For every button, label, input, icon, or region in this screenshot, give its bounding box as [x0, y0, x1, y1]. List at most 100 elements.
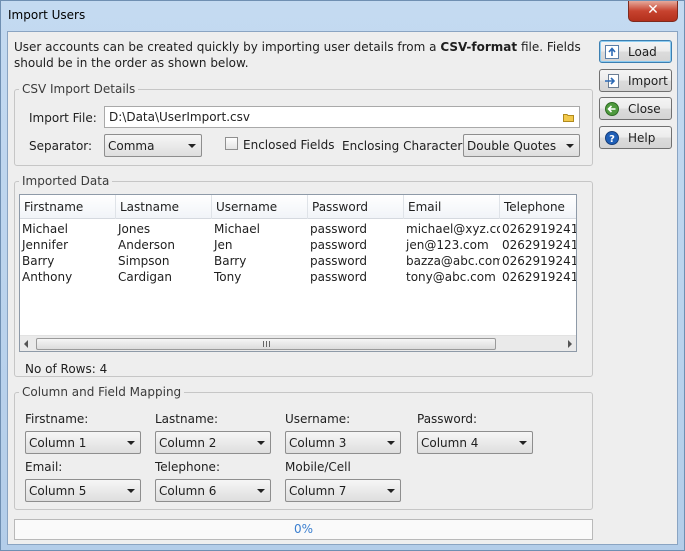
mapping-value: Column 4 [421, 436, 479, 450]
table-cell: Anthony [22, 270, 73, 284]
row-count: No of Rows: 4 [25, 362, 108, 376]
table-cell: tony@abc.com [406, 270, 496, 284]
mapping-label-mobile: Mobile/Cell [285, 460, 351, 474]
chevron-down-icon [566, 144, 574, 148]
column-header[interactable]: Telephone [500, 195, 576, 219]
chevron-down-icon [127, 441, 135, 445]
grip-icon [266, 341, 267, 347]
mapping-value: Column 6 [159, 484, 217, 498]
chevron-down-icon [519, 441, 527, 445]
import-file-input[interactable]: D:\Data\UserImport.csv [104, 106, 580, 128]
table-cell: 0262919241 [502, 254, 577, 268]
enclosing-character-select[interactable]: Double Quotes [463, 134, 580, 157]
enclosed-fields-checkbox[interactable] [225, 137, 238, 150]
close-button-label: Close [628, 102, 661, 116]
table-cell: 0262919241 [502, 222, 577, 236]
group-label: Imported Data [19, 174, 113, 188]
title-bar[interactable]: Import Users ✕ [1, 1, 684, 31]
table-cell: Barry [22, 254, 55, 268]
mapping-value: Column 3 [289, 436, 347, 450]
import-icon [605, 74, 619, 88]
scroll-right-icon[interactable] [568, 340, 572, 348]
imported-data-table[interactable]: Firstname Lastname Username Password Ema… [19, 194, 577, 352]
table-cell: password [310, 254, 367, 268]
column-header[interactable]: Password [308, 195, 404, 219]
table-cell: 0262919241 [502, 238, 577, 252]
column-header[interactable]: Email [404, 195, 500, 219]
enclosed-fields-label[interactable]: Enclosed Fields [243, 138, 334, 152]
table-cell: michael@xyz.co... [406, 222, 500, 236]
table-row[interactable]: Anthony Cardigan Tony password tony@abc.… [20, 269, 577, 285]
table-cell: password [310, 238, 367, 252]
import-file-value: D:\Data\UserImport.csv [109, 110, 250, 124]
table-cell: jen@123.com [406, 238, 489, 252]
mapping-value: Column 2 [159, 436, 217, 450]
intro-bold: CSV-format [440, 40, 518, 54]
field-mapping-group: Column and Field Mapping Firstname: Colu… [14, 385, 593, 510]
intro-text: User accounts can be created quickly by … [14, 39, 589, 71]
separator-label: Separator: [29, 139, 93, 153]
import-button-label: Import [628, 74, 668, 88]
import-users-window: Import Users ✕ User accounts can be crea… [0, 0, 685, 551]
column-header[interactable]: Lastname [116, 195, 212, 219]
intro-text-part: User accounts can be created quickly by … [14, 40, 441, 54]
group-label: Column and Field Mapping [19, 385, 185, 399]
window-title: Import Users [8, 8, 86, 22]
mapping-select-firstname[interactable]: Column 1 [25, 431, 141, 454]
column-header[interactable]: Firstname [20, 195, 116, 219]
horizontal-scrollbar[interactable] [20, 335, 576, 351]
table-cell: Michael [214, 222, 260, 236]
help-icon: ? [605, 131, 619, 145]
mapping-select-password[interactable]: Column 4 [417, 431, 533, 454]
mapping-label-firstname: Firstname: [25, 412, 89, 426]
separator-value: Comma [108, 139, 155, 153]
chevron-down-icon [127, 489, 135, 493]
grip-icon [263, 341, 264, 347]
folder-icon[interactable] [563, 113, 574, 122]
group-label: CSV Import Details [19, 82, 139, 96]
window-close-button[interactable]: ✕ [628, 1, 678, 22]
table-cell: Anderson [118, 238, 175, 252]
table-cell: Jen [214, 238, 233, 252]
table-cell: Simpson [118, 254, 170, 268]
chevron-down-icon [387, 441, 395, 445]
table-row[interactable]: Jennifer Anderson Jen password jen@123.c… [20, 237, 577, 253]
import-progress-bar: 0% [14, 519, 593, 540]
table-cell: Cardigan [118, 270, 172, 284]
mapping-label-lastname: Lastname: [155, 412, 219, 426]
column-header[interactable]: Username [212, 195, 308, 219]
table-cell: 0262919241 [502, 270, 577, 284]
table-cell: Barry [214, 254, 247, 268]
progress-text: 0% [293, 522, 314, 536]
mapping-value: Column 1 [29, 436, 87, 450]
mapping-label-email: Email: [25, 460, 63, 474]
table-row[interactable]: Barry Simpson Barry password bazza@abc.c… [20, 253, 577, 269]
svg-text:?: ? [609, 134, 615, 145]
table-header: Firstname Lastname Username Password Ema… [20, 195, 576, 219]
enclosing-character-label: Enclosing Character: [342, 139, 467, 153]
back-arrow-icon [605, 102, 619, 116]
table-row[interactable]: Michael Jones Michael password michael@x… [20, 221, 577, 237]
import-file-label: Import File: [29, 111, 97, 125]
mapping-label-username: Username: [285, 412, 351, 426]
mapping-select-username[interactable]: Column 3 [285, 431, 401, 454]
separator-select[interactable]: Comma [104, 134, 202, 157]
mapping-select-mobile[interactable]: Column 7 [285, 479, 401, 502]
mapping-select-telephone[interactable]: Column 6 [155, 479, 271, 502]
close-button[interactable]: Close [599, 97, 672, 120]
mapping-value: Column 5 [29, 484, 87, 498]
mapping-label-telephone: Telephone: [155, 460, 220, 474]
help-button[interactable]: ? Help [599, 126, 672, 149]
load-button[interactable]: Load [599, 40, 672, 63]
csv-import-group: CSV Import Details Import File: D:\Data\… [14, 82, 593, 166]
scroll-left-icon[interactable] [24, 340, 28, 348]
mapping-select-lastname[interactable]: Column 2 [155, 431, 271, 454]
import-button[interactable]: Import [599, 69, 672, 92]
table-cell: password [310, 222, 367, 236]
scrollbar-thumb[interactable] [36, 338, 496, 350]
mapping-select-email[interactable]: Column 5 [25, 479, 141, 502]
dialog-body: User accounts can be created quickly by … [7, 31, 678, 545]
table-cell: Jennifer [22, 238, 69, 252]
imported-data-group: Imported Data Firstname Lastname Usernam… [14, 174, 593, 377]
table-cell: Michael [22, 222, 68, 236]
